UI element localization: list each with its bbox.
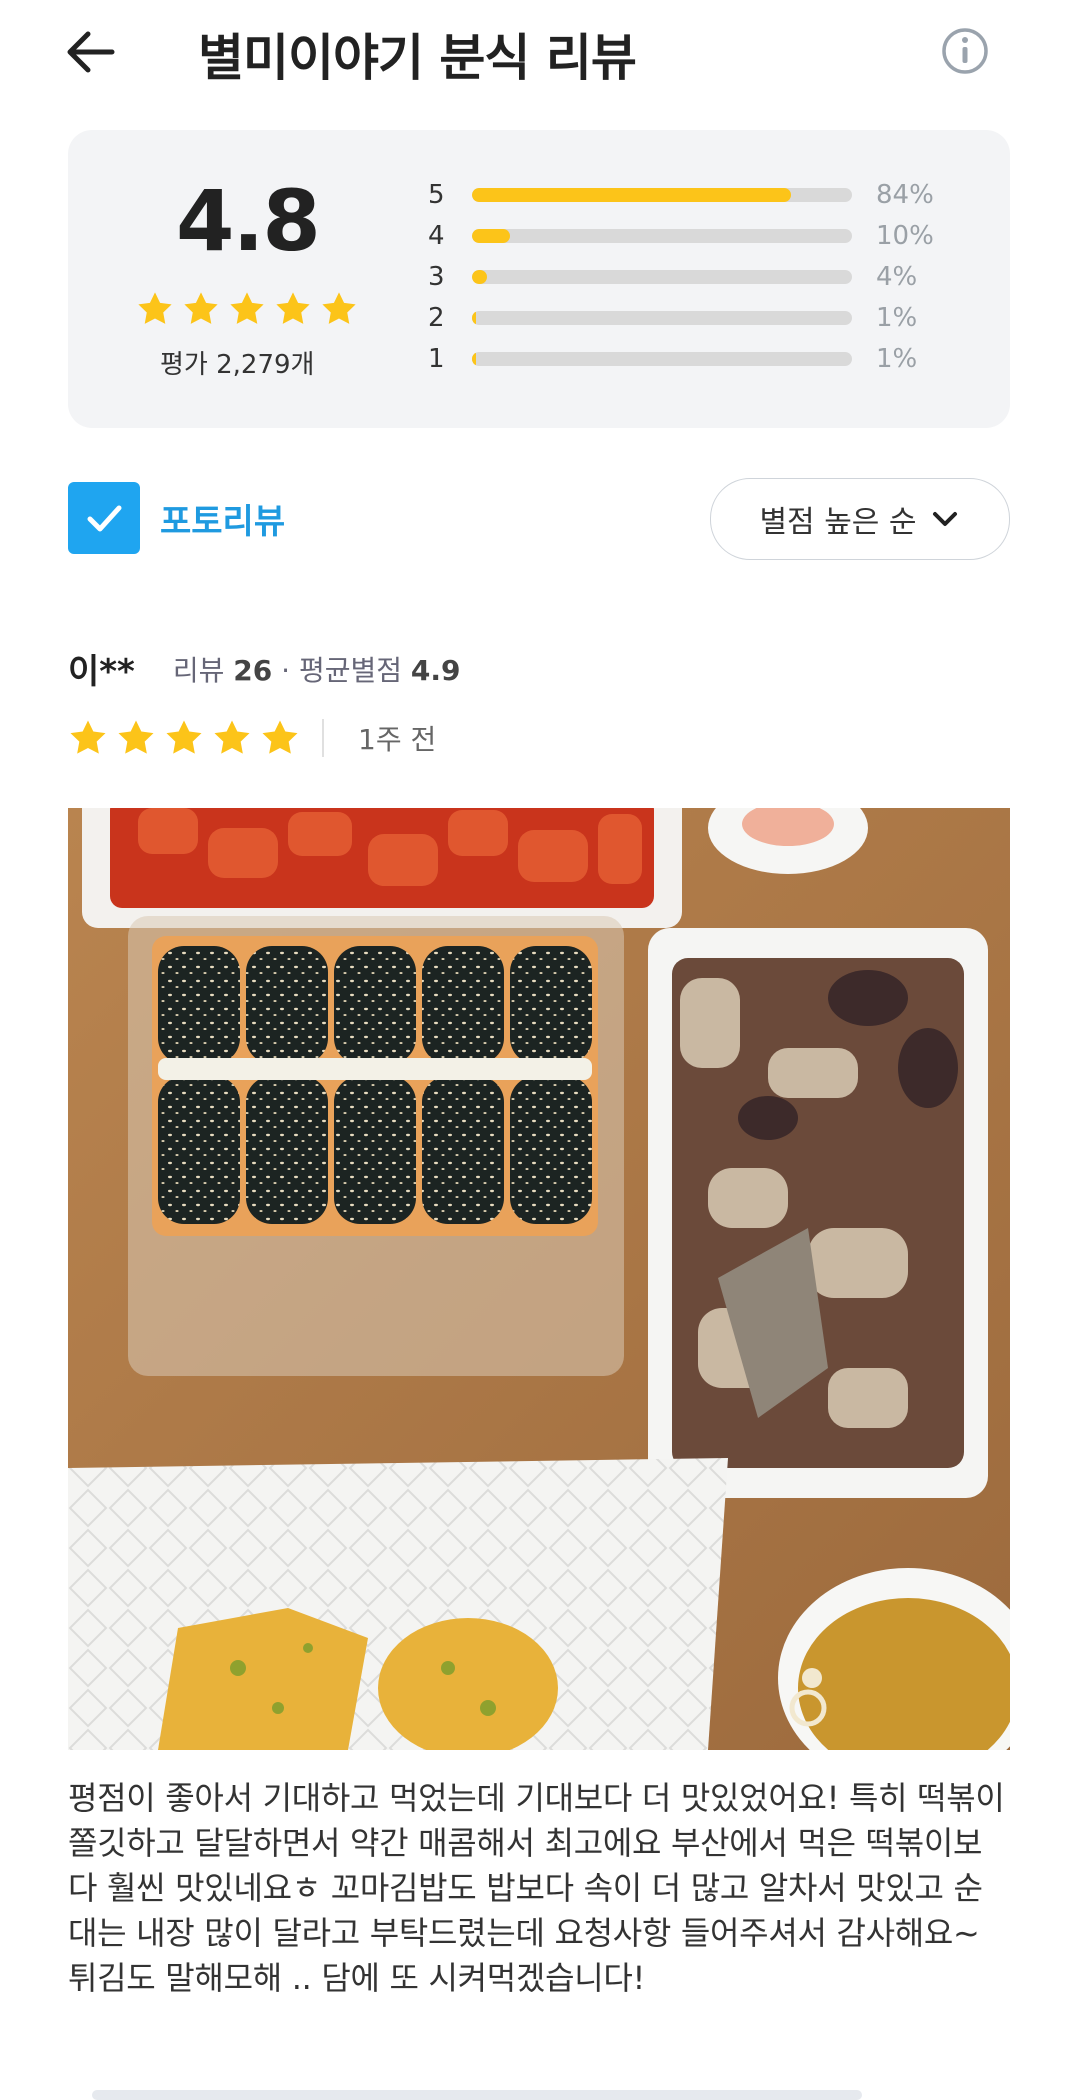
top-app-bar: 별미이야기 분식 리뷰 [0,0,1076,104]
star-icon [276,292,310,324]
distribution-bar [472,228,852,243]
star-icon [214,720,250,754]
distribution-fill [472,310,476,325]
star-level: 2 [428,302,445,333]
distribution-percent: 1% [876,302,918,333]
star-level: 3 [428,261,445,292]
distribution-bar [472,310,852,325]
distribution-row: 4 10% [428,215,968,256]
info-circle-icon[interactable] [940,26,990,76]
star-icon [230,292,264,324]
divider [322,719,324,757]
reviewer-average-rating: 4.9 [410,653,461,687]
chevron-down-icon [932,512,957,526]
rating-distribution: 5 84% 4 10% 3 4% 2 1% 1 1% [428,174,968,379]
distribution-fill [472,187,792,202]
review-text: 평점이 좋아서 기대하고 먹었는데 기대보다 더 맛있었어요! 특히 떡볶이 쫄… [68,1779,1005,1997]
reviewer-stats: 리뷰 26 · 평균별점 4.9 [173,649,461,689]
sort-label: 별점 높은 순 [759,505,917,540]
photo-review-checkbox[interactable] [68,482,140,554]
distribution-bar [472,187,852,202]
star-level: 5 [428,179,445,210]
average-rating: 4.8 [176,172,321,270]
food-photo [68,808,1010,1750]
review-rating: 1주 전 [68,718,436,758]
star-icon [70,720,106,754]
distribution-row: 2 1% [428,297,968,338]
sort-dropdown[interactable]: 별점 높은 순 [710,478,1010,560]
distribution-fill [472,228,510,243]
reviewer-name[interactable]: 이** [68,644,135,693]
reviewer-info: 이** 리뷰 26 · 평균별점 4.9 [68,644,461,693]
star-icon [118,720,154,754]
rating-summary-card: 4.8 평가 2,279개 5 84% 4 10% 3 4% 2 1% 1 1% [68,130,1010,428]
star-icon [184,292,218,324]
star-icon [138,292,172,324]
total-ratings: 평가 2,279개 [160,350,315,380]
distribution-fill [472,351,476,366]
next-item-preview [92,2090,862,2100]
distribution-row: 3 4% [428,256,968,297]
distribution-row: 1 1% [428,338,968,379]
review-date: 1주 전 [358,723,437,756]
review-photo[interactable] [68,808,1010,1750]
star-icon [322,292,356,324]
review-count: 26 [233,653,273,687]
photo-review-label[interactable]: 포토리뷰 [160,494,285,543]
photo-review-filter[interactable]: 포토리뷰 [68,482,285,554]
distribution-percent: 1% [876,343,918,374]
review-count-label: 리뷰 [172,653,225,687]
star-level: 1 [428,343,445,374]
average-rating-label: · 평균별점 [281,653,402,687]
distribution-percent: 4% [876,261,918,292]
distribution-row: 5 84% [428,174,968,215]
distribution-percent: 84% [876,179,934,210]
star-level: 4 [428,220,445,251]
distribution-bar [472,351,852,366]
distribution-percent: 10% [876,220,934,251]
distribution-bar [472,269,852,284]
star-icon [166,720,202,754]
star-icon [262,720,298,754]
distribution-fill [472,269,488,284]
average-stars [136,290,358,328]
arrow-left-icon[interactable] [64,28,116,76]
check-icon [87,505,122,532]
page-title: 별미이야기 분식 리뷰 [198,29,637,87]
